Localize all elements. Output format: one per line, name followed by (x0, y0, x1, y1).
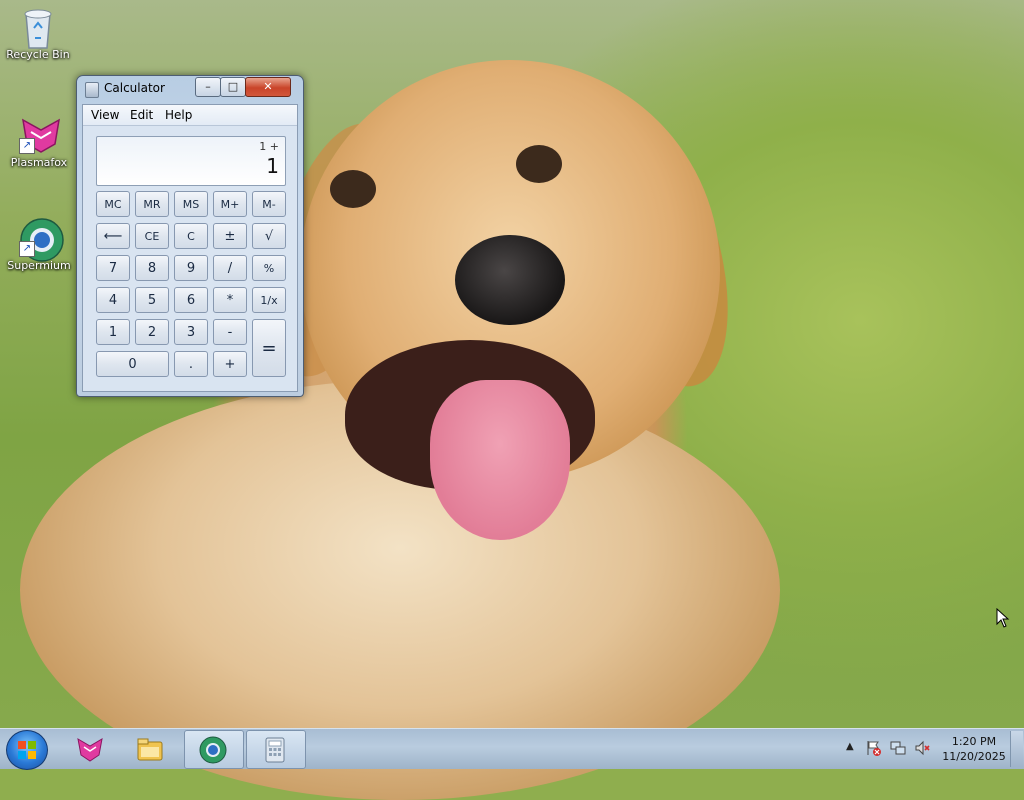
key-c[interactable]: C (174, 223, 208, 249)
calculator-icon (265, 737, 285, 763)
desktop-icon-plasmafox[interactable]: ↗ Plasmafox (1, 114, 77, 169)
shortcut-arrow-icon: ↗ (19, 138, 35, 154)
windows-logo-icon (18, 741, 36, 759)
tray-overflow-button[interactable]: ▲ (846, 741, 854, 752)
clock-time: 1:20 PM (951, 735, 997, 748)
key-equals[interactable]: = (252, 319, 286, 377)
close-button[interactable]: ✕ (245, 77, 291, 97)
key-percent[interactable]: % (252, 255, 286, 281)
calculator-display: 1 + 1 (96, 136, 286, 186)
menu-bar: View Edit Help (83, 105, 297, 126)
minimize-button[interactable]: – (195, 77, 221, 97)
menu-edit[interactable]: Edit (130, 108, 153, 122)
key-subtract[interactable]: - (213, 319, 247, 345)
file-explorer-icon (137, 738, 163, 761)
key-ms[interactable]: MS (174, 191, 208, 217)
menu-view[interactable]: View (91, 108, 119, 122)
taskbar-plasmafox[interactable] (62, 730, 120, 767)
mouse-cursor-icon (996, 608, 1010, 628)
desktop-icon-supermium[interactable]: ↗ Supermium (1, 217, 77, 272)
calculator-body: View Edit Help 1 + 1 MC MR MS M+ M- ⟵ CE… (82, 104, 298, 392)
taskbar-supermium[interactable] (184, 730, 244, 769)
key-0[interactable]: 0 (96, 351, 169, 377)
taskbar-clock[interactable]: 1:20 PM 11/20/2025 (936, 734, 1012, 764)
calculator-window[interactable]: Calculator – □ ✕ View Edit Help 1 + 1 MC… (76, 75, 304, 397)
display-history: 1 + (259, 140, 279, 153)
key-3[interactable]: 3 (174, 319, 208, 345)
shortcut-arrow-icon: ↗ (19, 241, 35, 257)
key-backspace[interactable]: ⟵ (96, 223, 130, 249)
maximize-button[interactable]: □ (220, 77, 246, 97)
start-button[interactable] (6, 730, 48, 770)
key-2[interactable]: 2 (135, 319, 169, 345)
window-title: Calculator (104, 81, 165, 95)
desktop-icon-recycle-bin[interactable]: Recycle Bin (0, 6, 76, 61)
dog-eye-right (516, 145, 562, 183)
key-mr[interactable]: MR (135, 191, 169, 217)
plasmafox-icon (77, 738, 103, 762)
key-7[interactable]: 7 (96, 255, 130, 281)
show-desktop-button[interactable] (1010, 731, 1023, 767)
key-4[interactable]: 4 (96, 287, 130, 313)
desktop-icon-label: Plasmafox (10, 156, 68, 169)
network-icon[interactable] (890, 740, 906, 756)
taskbar-file-explorer[interactable] (122, 730, 180, 767)
key-m-plus[interactable]: M+ (213, 191, 247, 217)
plasmafox-icon: ↗ (19, 114, 60, 154)
recycle-bin-icon (18, 6, 58, 49)
clock-date: 11/20/2025 (942, 750, 1006, 763)
volume-muted-icon[interactable] (914, 740, 930, 756)
key-plus-minus[interactable]: ± (213, 223, 247, 249)
key-8[interactable]: 8 (135, 255, 169, 281)
taskbar-calculator[interactable] (246, 730, 306, 769)
key-5[interactable]: 5 (135, 287, 169, 313)
supermium-icon: ↗ (19, 217, 64, 262)
key-divide[interactable]: / (213, 255, 247, 281)
window-titlebar[interactable]: Calculator – □ ✕ (77, 76, 303, 102)
menu-help[interactable]: Help (165, 108, 192, 122)
taskbar: ▲ 1:20 PM 11/20/2025 (0, 728, 1024, 770)
key-add[interactable]: + (213, 351, 247, 377)
display-value: 1 (266, 154, 279, 178)
key-reciprocal[interactable]: 1/x (252, 287, 286, 313)
action-center-flag-icon[interactable] (866, 740, 882, 756)
key-multiply[interactable]: * (213, 287, 247, 313)
key-ce[interactable]: CE (135, 223, 169, 249)
dog-eye-left (330, 170, 376, 208)
key-decimal[interactable]: . (174, 351, 208, 377)
key-m-minus[interactable]: M- (252, 191, 286, 217)
supermium-icon (199, 736, 227, 764)
key-6[interactable]: 6 (174, 287, 208, 313)
key-9[interactable]: 9 (174, 255, 208, 281)
dog-tongue (430, 380, 570, 540)
dog-nose (455, 235, 565, 325)
key-1[interactable]: 1 (96, 319, 130, 345)
key-sqrt[interactable]: √ (252, 223, 286, 249)
calculator-icon (85, 82, 99, 98)
key-mc[interactable]: MC (96, 191, 130, 217)
